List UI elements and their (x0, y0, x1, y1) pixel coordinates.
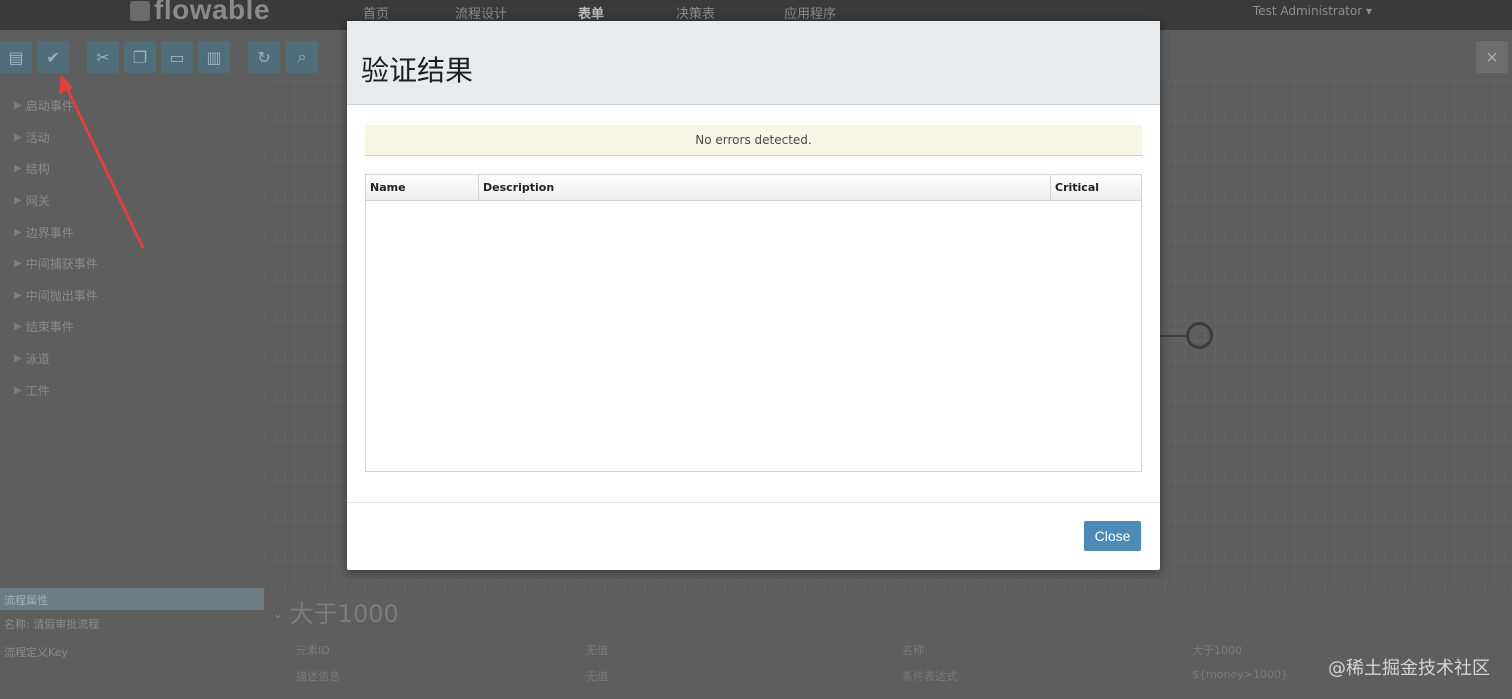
property-value[interactable]: 无值 (586, 642, 608, 658)
property-value[interactable]: 无值 (586, 668, 608, 684)
caret-right-icon: ▶ (14, 289, 22, 301)
paste-button[interactable]: ▭ (161, 41, 193, 73)
cut-icon: ✂ (96, 47, 110, 67)
selected-element-title: ⌄ 大于1000 (272, 594, 399, 629)
nav-forms[interactable]: 表单 (578, 3, 604, 22)
property-value[interactable]: 大于1000 (1192, 642, 1242, 658)
annotation-arrow (59, 74, 145, 249)
nav-home[interactable]: 首页 (363, 3, 389, 22)
validation-results-table: Name Description Critical (365, 174, 1142, 472)
dialog-body: No errors detected. Name Description Cri… (347, 105, 1160, 502)
logo-text: flowable (154, 0, 271, 25)
zoom-in-icon: ⌕ (297, 47, 307, 66)
caret-right-icon: ▶ (14, 100, 22, 112)
dialog-title: 验证结果 (361, 54, 474, 87)
palette-group[interactable]: ▶ 工件 (0, 374, 340, 406)
palette-group-label: 结构 (25, 162, 50, 177)
palette-group-label: 结束事件 (25, 320, 74, 335)
nav-decision-tables[interactable]: 决策表 (676, 3, 715, 22)
caret-right-icon: ▶ (14, 384, 22, 396)
property-label: 条件表达式 (902, 670, 957, 683)
nav-process-design[interactable]: 流程设计 (455, 3, 507, 22)
copy-button[interactable]: ❐ (124, 41, 156, 73)
shape-palette: ▶ 启动事件 ▶ 活动 ▶ 结构 ▶ 网关 ▶ 边界事件 ▶ 中间捕获事件 ▶ 中间抛出事件 … (0, 90, 340, 406)
chevron-down-icon[interactable]: ⌄ (272, 606, 284, 622)
validate-button[interactable]: ✔ (37, 41, 69, 73)
selected-element-name: 大于1000 (289, 600, 399, 628)
palette-group[interactable]: ▶ 网关 (0, 185, 340, 217)
nav-apps[interactable]: 应用程序 (784, 3, 836, 22)
dialog-footer: Close (347, 502, 1160, 570)
palette-group[interactable]: ▶ 结束事件 (0, 311, 340, 343)
close-icon: ✕ (1485, 47, 1499, 67)
user-menu[interactable]: Test Administrator ▾ (1253, 4, 1372, 18)
caret-right-icon: ▶ (14, 131, 22, 143)
validate-icon: ✔ (46, 47, 60, 67)
dialog-header: 验证结果 (347, 21, 1160, 105)
flowable-logo-icon (130, 1, 150, 21)
column-header-critical[interactable]: Critical (1051, 175, 1141, 200)
save-icon: ▤ (8, 47, 24, 67)
close-button[interactable]: Close (1084, 521, 1141, 551)
caret-right-icon: ▶ (14, 353, 22, 365)
caret-right-icon: ▶ (14, 321, 22, 333)
cut-button[interactable]: ✂ (87, 41, 119, 73)
caret-right-icon: ▶ (14, 258, 22, 270)
palette-group-label: 工件 (25, 383, 50, 398)
caret-right-icon: ▶ (14, 163, 22, 175)
sequence-flow[interactable] (1160, 335, 1186, 337)
redo-icon: ↻ (257, 47, 271, 67)
palette-group[interactable]: ▶ 泳道 (0, 343, 340, 375)
palette-group[interactable]: ▶ 中间抛出事件 (0, 280, 340, 312)
palette-group-label: 泳道 (25, 352, 50, 367)
palette-group[interactable]: ▶ 中间捕获事件 (0, 248, 340, 280)
palette-group[interactable]: ▶ 启动事件 (0, 90, 340, 122)
palette-group-label: 中间抛出事件 (25, 288, 98, 303)
zoom-in-button[interactable]: ⌕ (286, 41, 318, 73)
process-properties-panel: 流程属性 名称: 请假审批流程 流程定义Key (0, 588, 264, 699)
property-value[interactable]: ${money>1000} (1192, 668, 1288, 681)
palette-group[interactable]: ▶ 活动 (0, 122, 340, 154)
end-event-shape[interactable] (1186, 322, 1213, 349)
table-body (366, 201, 1141, 471)
properties-section-header[interactable]: 流程属性 (0, 588, 264, 610)
column-header-name[interactable]: Name (366, 175, 479, 200)
property-line: 名称: 请假审批流程 (4, 618, 100, 631)
delete-icon: ▥ (206, 47, 222, 67)
delete-button[interactable]: ▥ (198, 41, 230, 73)
column-header-description[interactable]: Description (479, 175, 1051, 200)
caret-right-icon: ▶ (14, 226, 22, 238)
palette-group-label: 网关 (25, 194, 50, 209)
watermark: @稀土掘金技术社区 (1328, 658, 1490, 679)
palette-group[interactable]: ▶ 结构 (0, 153, 340, 185)
close-editor-button[interactable]: ✕ (1476, 41, 1508, 73)
save-button[interactable]: ▤ (0, 41, 32, 73)
property-label: 描述信息 (296, 670, 340, 683)
redo-button[interactable]: ↻ (248, 41, 280, 73)
validation-status-alert: No errors detected. (365, 125, 1142, 156)
property-line: 流程定义Key (4, 646, 68, 659)
caret-right-icon: ▶ (14, 195, 22, 207)
palette-group[interactable]: ▶ 边界事件 (0, 216, 340, 248)
palette-group-label: 活动 (25, 130, 50, 145)
property-label: 元素ID (296, 644, 330, 657)
validation-results-dialog: 验证结果 No errors detected. Name Descriptio… (347, 21, 1160, 570)
table-header: Name Description Critical (366, 175, 1141, 201)
app-logo[interactable]: flowable (130, 0, 270, 26)
paste-icon: ▭ (169, 47, 185, 67)
copy-icon: ❐ (132, 47, 148, 67)
property-label: 名称 (902, 644, 924, 657)
